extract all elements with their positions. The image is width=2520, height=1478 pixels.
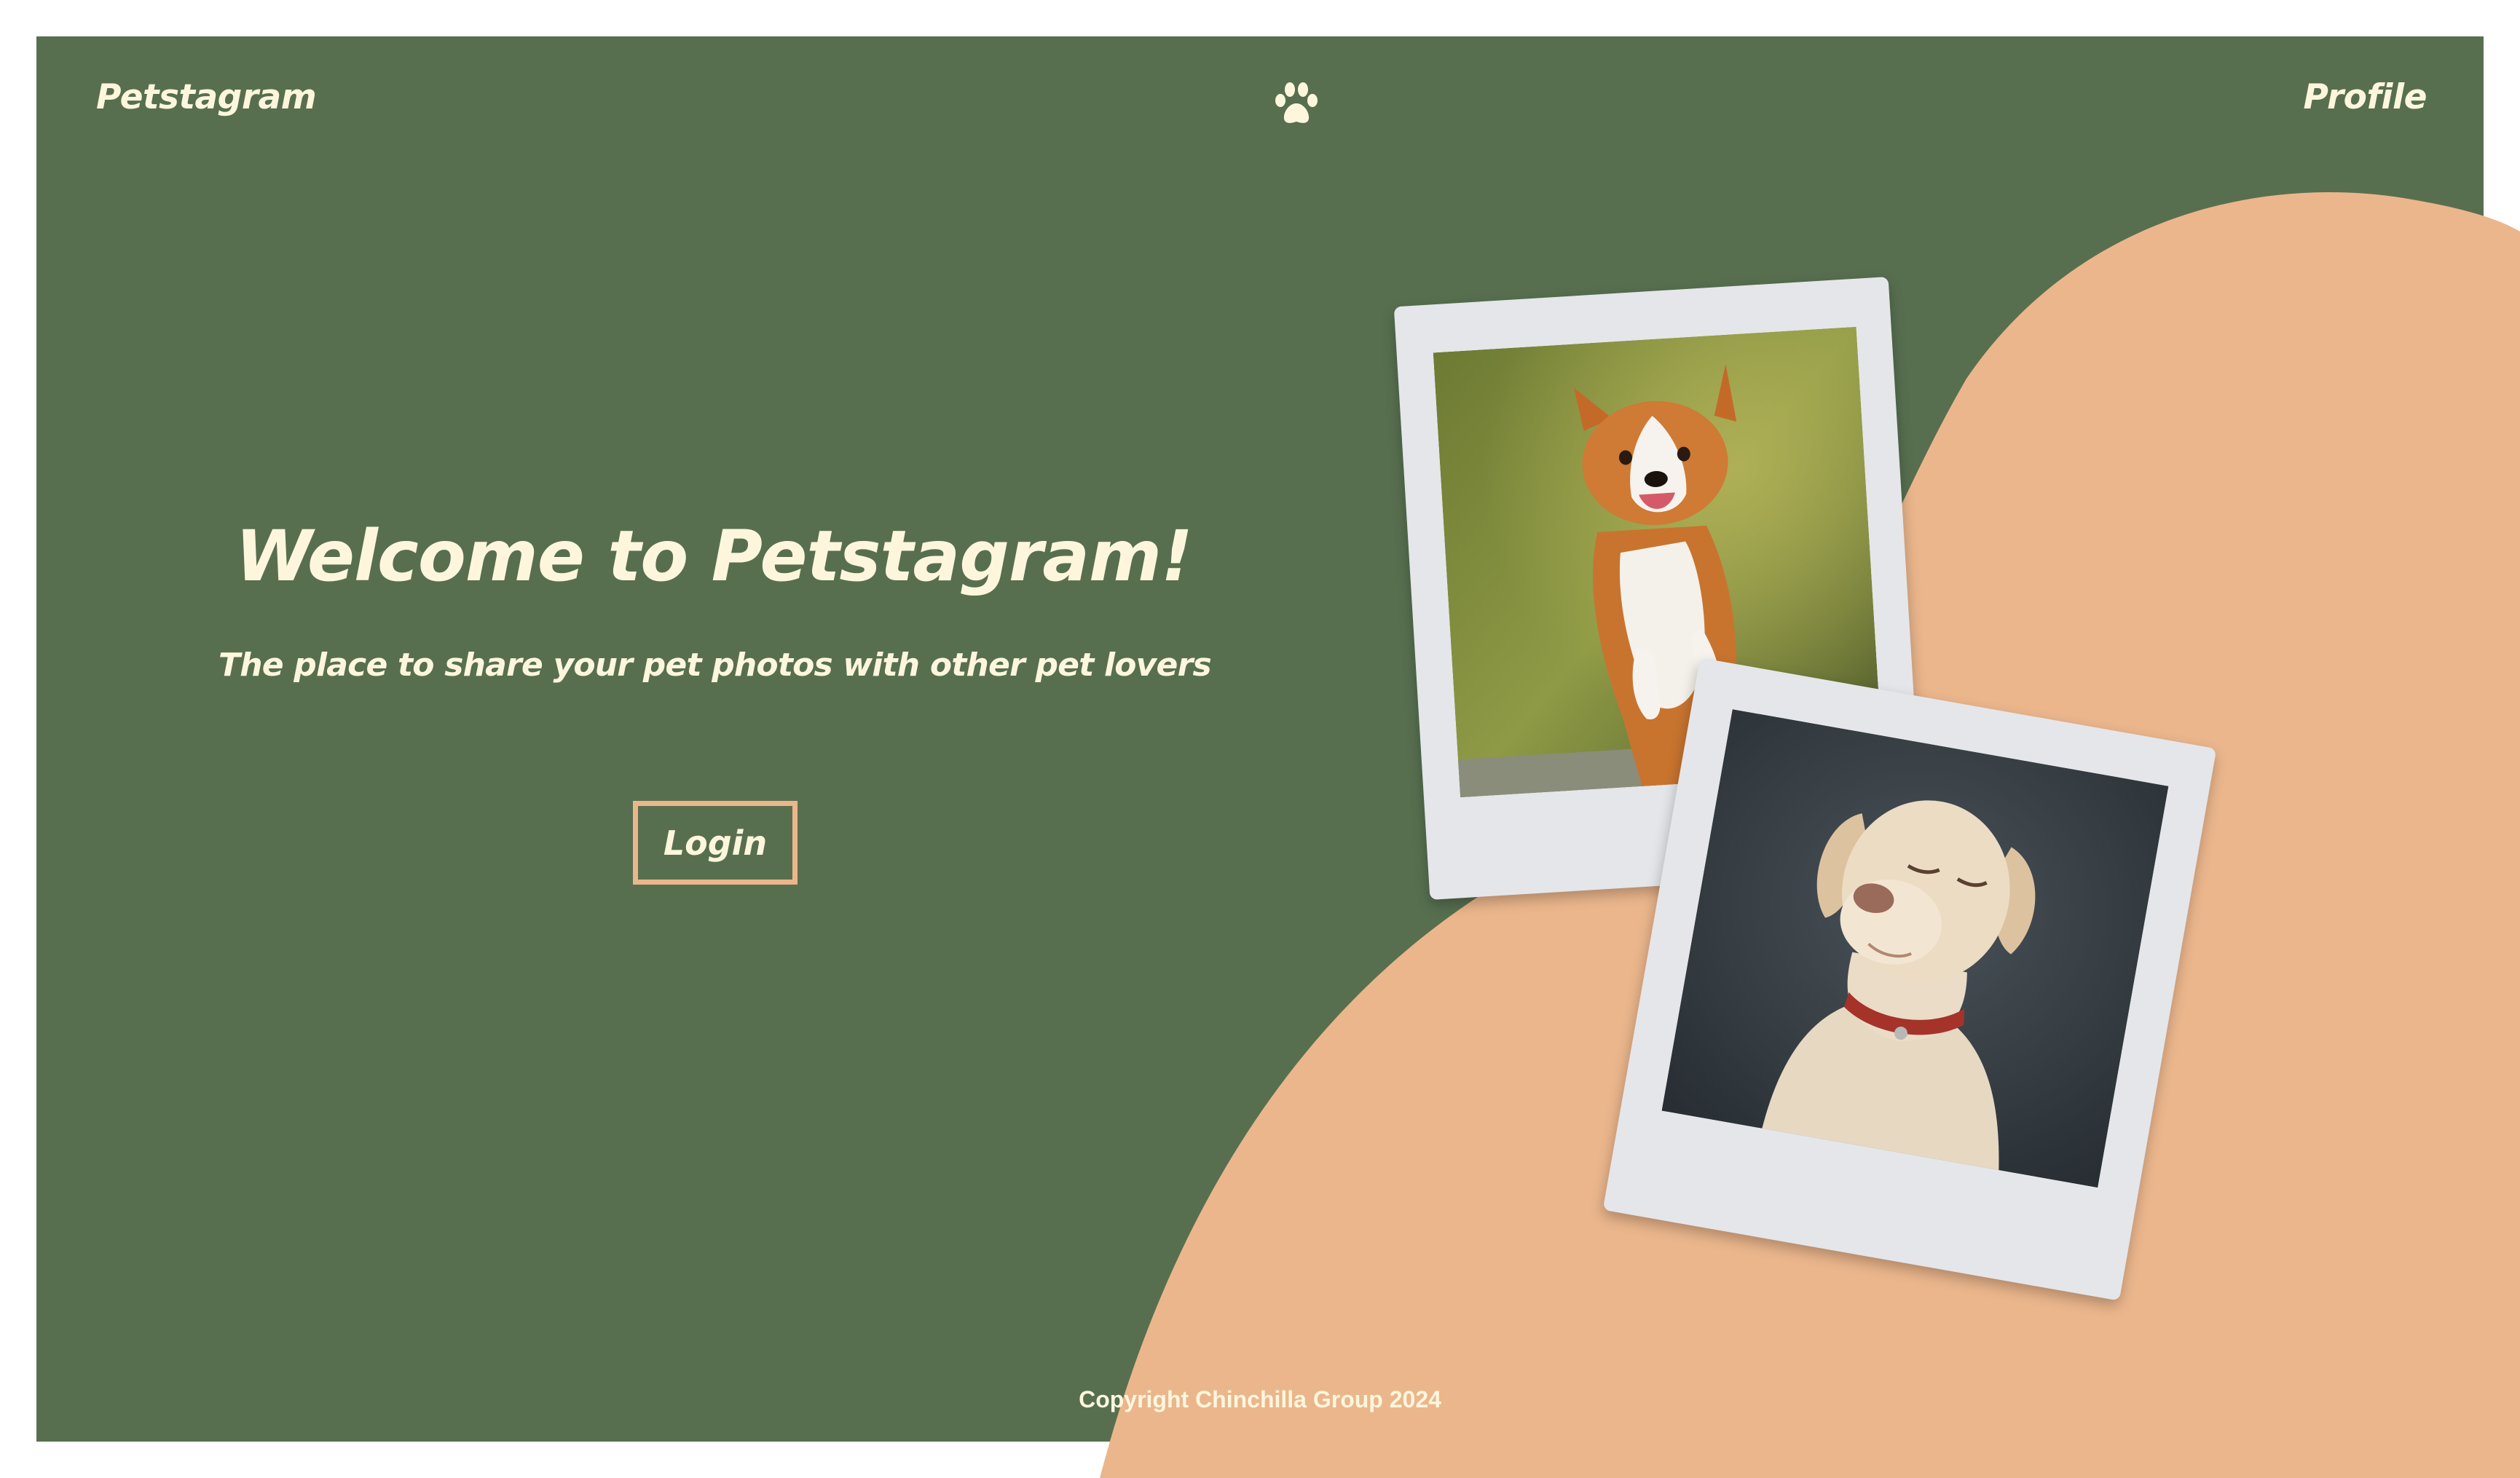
brand-link[interactable]: Petstagram bbox=[96, 77, 317, 117]
copyright-text: Copyright Chinchilla Group 2024 bbox=[1079, 1386, 1441, 1412]
hero-title: Welcome to Petstagram! bbox=[235, 515, 1193, 597]
polaroid-frame-labrador bbox=[1602, 657, 2217, 1301]
hero-subtitle: The place to share your pet photos with … bbox=[218, 647, 1212, 684]
profile-link[interactable]: Profile bbox=[2303, 77, 2427, 117]
paw-icon[interactable] bbox=[1273, 82, 1320, 127]
login-button[interactable]: Login bbox=[633, 801, 798, 885]
labrador-photo bbox=[1661, 709, 2169, 1188]
